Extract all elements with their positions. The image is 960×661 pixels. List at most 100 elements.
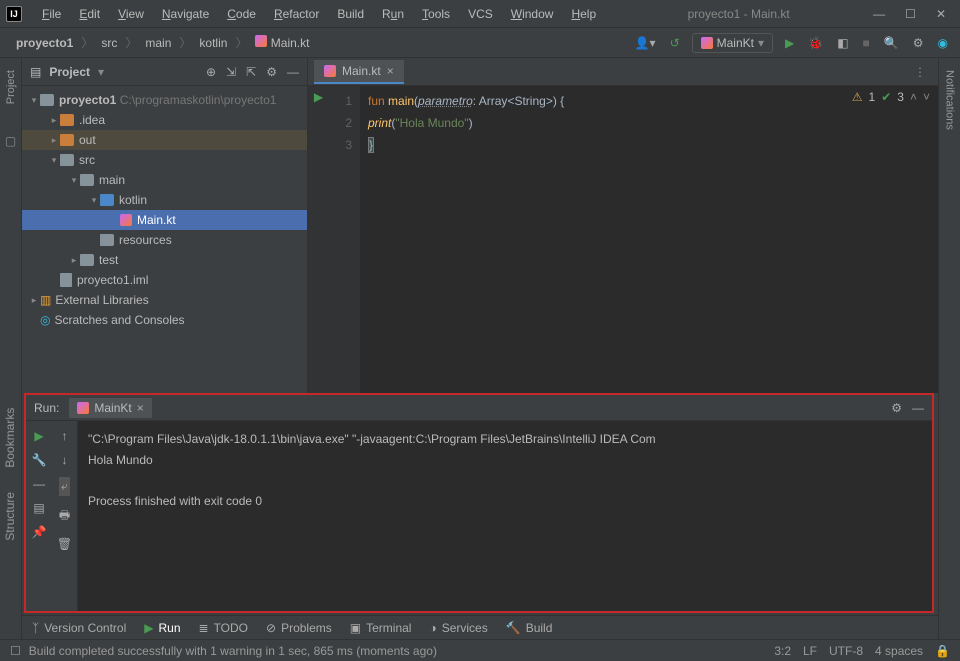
menu-view[interactable]: View	[110, 4, 152, 24]
down-arrow-icon[interactable]: ↓	[62, 453, 68, 467]
project-tool-button[interactable]: Project	[5, 70, 17, 104]
menu-tools[interactable]: Tools	[414, 4, 458, 24]
run-config-tab[interactable]: MainKt ×	[69, 398, 151, 418]
tree-root[interactable]: proyecto1 C:\programaskotlin\proyecto1	[22, 90, 307, 110]
structure-tool-button[interactable]: Structure	[3, 492, 19, 541]
tree-resources[interactable]: resources	[22, 230, 307, 250]
status-icon[interactable]: ☐	[10, 644, 21, 658]
line-numbers: 123	[330, 86, 360, 393]
ok-count: 3	[897, 90, 904, 104]
scratches-icon: ◎	[40, 313, 50, 327]
breadcrumb-src[interactable]: src	[95, 34, 123, 52]
left-tool-strip-lower: Structure Bookmarks	[0, 400, 22, 549]
menu-window[interactable]: Window	[503, 4, 562, 24]
close-tab-icon[interactable]: ×	[387, 64, 394, 78]
close-icon[interactable]: ✕	[936, 7, 946, 21]
wrap-icon[interactable]: ⤶	[59, 477, 70, 496]
menu-vcs[interactable]: VCS	[460, 4, 501, 24]
add-user-icon[interactable]: 👤▾	[633, 34, 658, 52]
panel-settings-icon[interactable]: ⚙	[266, 65, 277, 79]
tree-scratches[interactable]: ◎Scratches and Consoles	[22, 310, 307, 330]
scroll-up-icon[interactable]: ˄	[910, 90, 917, 104]
run-tool-window: Run: MainKt × ⚙ — ▶ 🔧 — ▤ 📌 ↑ ↓	[24, 393, 934, 613]
tab-run[interactable]: ▶Run	[144, 621, 180, 635]
notifications-tool-button[interactable]: Notifications	[944, 70, 956, 130]
coverage-button[interactable]: ◧	[835, 34, 850, 52]
print-icon[interactable]: 🖶	[59, 506, 70, 527]
bookmarks-tool-button[interactable]: Bookmarks	[3, 408, 19, 468]
wrench-icon[interactable]: 🔧	[32, 453, 47, 467]
square-icon[interactable]: ▢	[4, 134, 18, 148]
tree-kotlin[interactable]: kotlin	[22, 190, 307, 210]
rerun-icon[interactable]: ▶	[34, 429, 43, 443]
run-button[interactable]: ▶	[783, 34, 796, 52]
scroll-down-icon[interactable]: ˅	[923, 90, 930, 104]
menu-build[interactable]: Build	[329, 4, 372, 24]
breadcrumb-project[interactable]: proyecto1	[10, 34, 79, 52]
kotlin-file-icon	[255, 35, 267, 47]
menu-navigate[interactable]: Navigate	[154, 4, 217, 24]
menu-help[interactable]: Help	[563, 4, 604, 24]
file-icon	[60, 273, 72, 287]
tree-main[interactable]: main	[22, 170, 307, 190]
ok-indicator-icon[interactable]: ✔	[881, 90, 891, 104]
editor-tabs-menu-icon[interactable]: ⋮	[914, 65, 932, 79]
settings-icon[interactable]: ⚙	[911, 34, 926, 52]
tab-terminal[interactable]: ▣Terminal	[350, 621, 412, 635]
maximize-icon[interactable]: ☐	[905, 7, 916, 21]
tab-version-control[interactable]: ᛉVersion Control	[32, 621, 126, 635]
breadcrumb-kotlin[interactable]: kotlin	[193, 34, 233, 52]
run-config-selector[interactable]: MainKt ▾	[692, 33, 773, 53]
folder-icon: ▤	[30, 65, 41, 79]
left-tool-strip: Project ▢	[0, 58, 22, 639]
kotlin-icon	[701, 37, 713, 49]
code-area[interactable]: fun main(parametro: Array<String>) { pri…	[360, 86, 938, 393]
menu-file[interactable]: FFileile	[34, 4, 69, 24]
tab-services[interactable]: ◑Services	[429, 621, 487, 635]
breadcrumb-file[interactable]: Main.kt	[249, 33, 315, 52]
trash-icon[interactable]: 🗑	[57, 537, 72, 551]
debug-button[interactable]: 🐞	[806, 34, 825, 52]
pin-icon[interactable]: 📌	[32, 525, 47, 539]
stop-button[interactable]: ■	[861, 34, 872, 52]
menu-run[interactable]: Run	[374, 4, 412, 24]
tree-mainkt[interactable]: Main.kt	[22, 210, 307, 230]
layout-icon[interactable]: ▤	[33, 501, 44, 515]
up-arrow-icon[interactable]: ↑	[62, 429, 68, 443]
editor-tab-mainkt[interactable]: Main.kt ×	[314, 60, 404, 84]
tree-idea[interactable]: .idea	[22, 110, 307, 130]
tab-build[interactable]: 🔨Build	[506, 621, 553, 635]
tab-todo[interactable]: ≣TODO	[199, 621, 249, 635]
tree-external[interactable]: ▥External Libraries	[22, 290, 307, 310]
indent-info[interactable]: 4 spaces	[875, 644, 923, 658]
run-settings-icon[interactable]: ⚙	[891, 401, 902, 415]
run-gutter-icon[interactable]: ▶	[308, 90, 329, 112]
tree-iml[interactable]: proyecto1.iml	[22, 270, 307, 290]
tree-out[interactable]: out	[22, 130, 307, 150]
tree-src[interactable]: src	[22, 150, 307, 170]
breadcrumb-main[interactable]: main	[139, 34, 177, 52]
menu-refactor[interactable]: Refactor	[266, 4, 327, 24]
console-output[interactable]: "C:\Program Files\Java\jdk-18.0.1.1\bin\…	[78, 421, 932, 611]
tree-test[interactable]: test	[22, 250, 307, 270]
search-icon[interactable]: 🔍	[882, 34, 901, 52]
file-encoding[interactable]: UTF-8	[829, 644, 863, 658]
project-panel-title[interactable]: Project	[49, 65, 90, 79]
library-icon: ▥	[40, 293, 51, 307]
select-opened-icon[interactable]: ⊕	[206, 65, 216, 79]
line-separator[interactable]: LF	[803, 644, 817, 658]
caret-position[interactable]: 3:2	[774, 644, 791, 658]
hide-panel-icon[interactable]: —	[287, 65, 299, 79]
menu-code[interactable]: Code	[219, 4, 264, 24]
expand-all-icon[interactable]: ⇲	[226, 65, 236, 79]
hide-run-icon[interactable]: —	[912, 401, 924, 415]
lock-icon[interactable]: 🔒	[935, 644, 950, 658]
minimize-icon[interactable]: —	[873, 7, 885, 21]
hammer-icon: 🔨	[506, 621, 521, 635]
space-icon[interactable]: ◉	[936, 34, 950, 52]
tab-problems[interactable]: ⊘Problems	[266, 621, 332, 635]
build-arrow-icon[interactable]: ↺	[668, 34, 682, 52]
menu-edit[interactable]: Edit	[71, 4, 108, 24]
warning-indicator-icon[interactable]: ⚠	[852, 90, 863, 104]
collapse-all-icon[interactable]: ⇱	[246, 65, 256, 79]
